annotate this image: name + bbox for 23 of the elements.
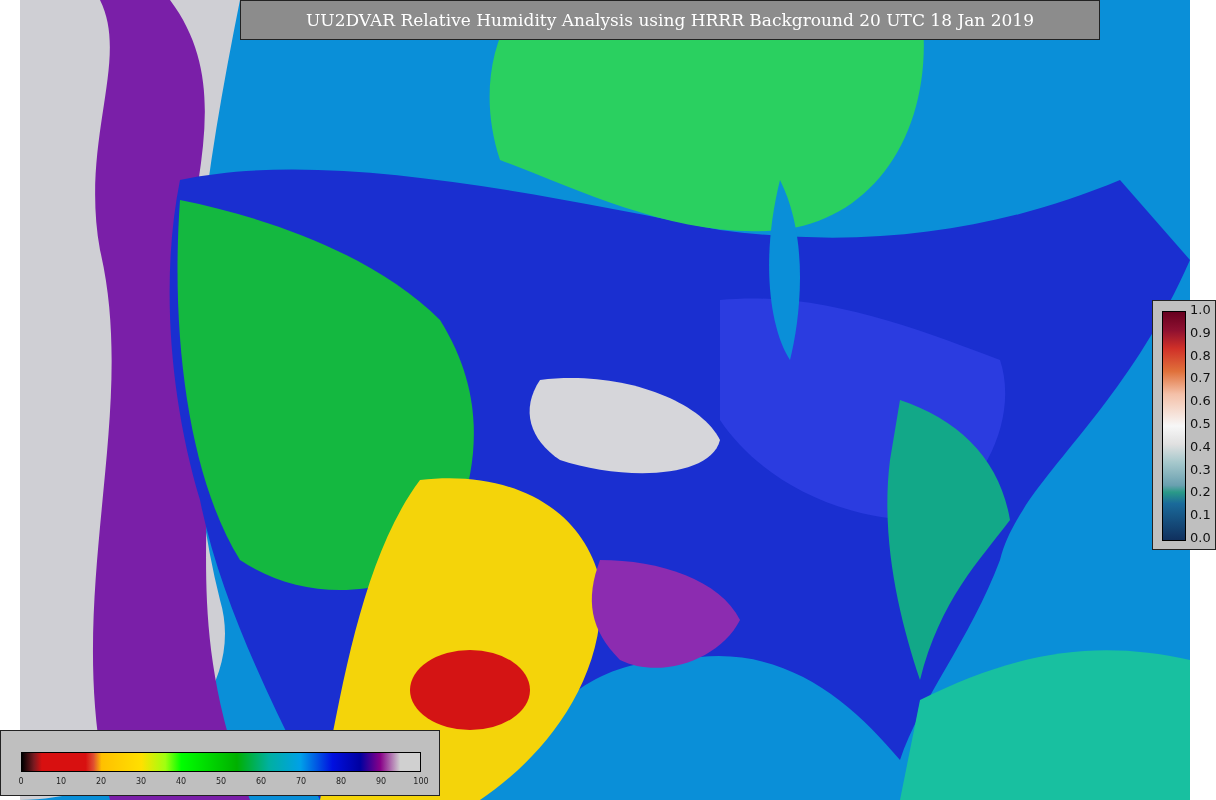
tick-label: 0.1	[1190, 508, 1211, 523]
tick-label: 0.2	[1190, 485, 1211, 500]
tick-label: 20	[94, 777, 108, 786]
tick-label: 0.9	[1190, 325, 1211, 340]
tick-label: 1.0	[1190, 303, 1211, 317]
tick-label: 100	[413, 777, 429, 786]
tick-label: 40	[174, 777, 188, 786]
tick-label: 0.7	[1190, 371, 1211, 386]
tick-label: 0.6	[1190, 394, 1211, 409]
tick-label: 30	[134, 777, 148, 786]
tick-label: 0.8	[1190, 348, 1211, 363]
tick-label: 90	[374, 777, 388, 786]
tick-label: 0	[17, 777, 25, 786]
tick-label: 50	[214, 777, 228, 786]
tick-label: 0.3	[1190, 462, 1211, 477]
tick-label: 0.4	[1190, 439, 1211, 454]
tick-label: 70	[294, 777, 308, 786]
tick-label: 80	[334, 777, 348, 786]
map-title: UU2DVAR Relative Humidity Analysis using HRRR Background 20 UTC 18 Jan 2019	[240, 0, 1100, 40]
tick-label: 0.0	[1190, 530, 1211, 545]
tick-label: 0.5	[1190, 417, 1211, 431]
tick-label: 60	[254, 777, 268, 786]
tick-label: 10	[54, 777, 68, 786]
